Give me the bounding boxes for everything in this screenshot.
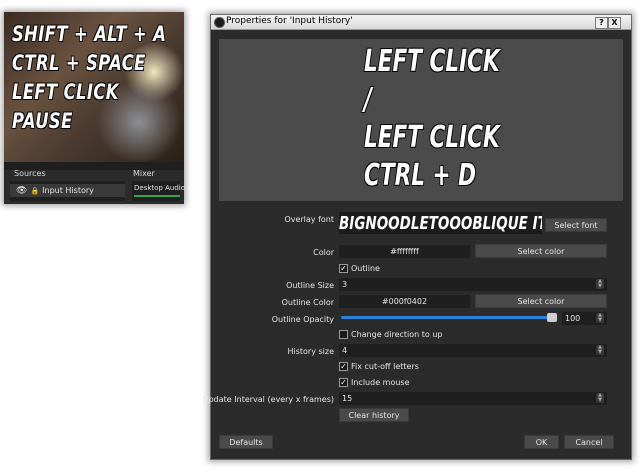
overlay-line: LEFT CLICK: [12, 80, 119, 104]
properties-dialog: Properties for 'Input History' ? X LEFT …: [203, 14, 632, 460]
update-interval-spinbox[interactable]: 15 ▲ ▼: [339, 392, 607, 405]
outline-size-value: 3: [342, 280, 348, 289]
scene-preview[interactable]: SHIFT + ALT + A CTRL + SPACE LEFT CLICK …: [4, 12, 184, 162]
update-interval-label: Update Interval (every x frames): [202, 395, 334, 404]
close-button[interactable]: X: [608, 17, 621, 29]
overlay-font-label: Overlay font: [284, 215, 334, 224]
history-size-spinbox[interactable]: 4 ▲ ▼: [339, 344, 607, 357]
preview-overlay-text: LEFT CLICK / LEFT CLICK CTRL + D: [364, 43, 500, 195]
update-interval-value: 15: [342, 394, 353, 403]
history-size-value: 4: [342, 346, 348, 355]
outline-opacity-slider[interactable]: [341, 316, 555, 319]
include-mouse-checkbox[interactable]: ✓: [339, 378, 348, 387]
input-history-overlay: SHIFT + ALT + A CTRL + SPACE LEFT CLICK …: [12, 20, 166, 136]
color-label: Color: [313, 248, 334, 257]
color-value: #ffffffff: [339, 245, 470, 258]
source-preview: LEFT CLICK / LEFT CLICK CTRL + D: [219, 39, 623, 201]
select-color-button[interactable]: Select color: [475, 244, 607, 258]
cancel-button[interactable]: Cancel: [564, 435, 614, 449]
outline-color-label: Outline Color: [281, 298, 334, 307]
preview-line: /: [364, 82, 372, 117]
overlay-font-preview: BIGNOODLETOOOBLIQUE ITALIC: [339, 212, 542, 234]
defaults-button[interactable]: Defaults: [219, 435, 273, 449]
help-button[interactable]: ?: [595, 17, 608, 29]
slider-handle[interactable]: [547, 313, 557, 322]
outline-checkbox[interactable]: ✓: [339, 264, 348, 273]
outline-size-label: Outline Size: [286, 281, 334, 290]
preview-line: LEFT CLICK: [364, 44, 500, 79]
spin-arrows-icon[interactable]: ▲ ▼: [596, 279, 604, 289]
spin-arrows-icon[interactable]: ▲ ▼: [596, 345, 604, 355]
outline-opacity-spinbox[interactable]: 100 ▲ ▼: [562, 312, 607, 325]
outline-color-value: #000f0402: [339, 295, 470, 308]
outline-checkbox-label: Outline: [351, 264, 380, 273]
include-mouse-label: Include mouse: [351, 378, 410, 387]
spin-arrows-icon[interactable]: ▲ ▼: [596, 393, 604, 403]
outline-opacity-value: 100: [565, 314, 581, 323]
lock-icon[interactable]: 🔒: [30, 187, 39, 195]
preview-line: LEFT CLICK: [364, 120, 500, 155]
select-outline-color-button[interactable]: Select color: [475, 294, 607, 308]
clear-history-button[interactable]: Clear history: [339, 408, 409, 422]
eye-icon[interactable]: 👁: [16, 186, 27, 196]
overlay-line: CTRL + SPACE: [12, 51, 146, 75]
source-item-label: Input History: [42, 186, 94, 195]
mixer-item-desktop-audio: Desktop Audio: [134, 184, 185, 192]
change-direction-checkbox[interactable]: [339, 330, 348, 339]
sources-dock-title: Sources: [14, 169, 46, 178]
outline-size-spinbox[interactable]: 3 ▲ ▼: [339, 278, 607, 291]
fix-cutoff-checkbox[interactable]: ✓: [339, 362, 348, 371]
change-direction-label: Change direction to up: [351, 330, 443, 339]
select-font-button[interactable]: Select font: [545, 218, 607, 232]
dialog-titlebar[interactable]: Properties for 'Input History' ? X: [211, 15, 631, 30]
spin-arrows-icon[interactable]: ▲ ▼: [596, 313, 604, 323]
history-size-label: History size: [287, 347, 334, 356]
mixer-dock-title: Mixer: [133, 169, 155, 178]
outline-opacity-label: Outline Opacity: [271, 315, 334, 324]
overlay-line: PAUSE: [12, 109, 73, 133]
preview-line: CTRL + D: [364, 158, 477, 193]
fix-cutoff-label: Fix cut-off letters: [351, 362, 419, 371]
ok-button[interactable]: OK: [524, 435, 559, 449]
dialog-title: Properties for 'Input History': [226, 16, 353, 26]
source-item-input-history[interactable]: 👁 🔒 Input History: [10, 184, 125, 197]
font-name-preview: BIGNOODLETOOOBLIQUE ITALIC: [339, 213, 542, 234]
obs-logo-icon: [214, 17, 225, 28]
overlay-line: SHIFT + ALT + A: [12, 22, 167, 46]
audio-level-meter: [134, 195, 180, 197]
